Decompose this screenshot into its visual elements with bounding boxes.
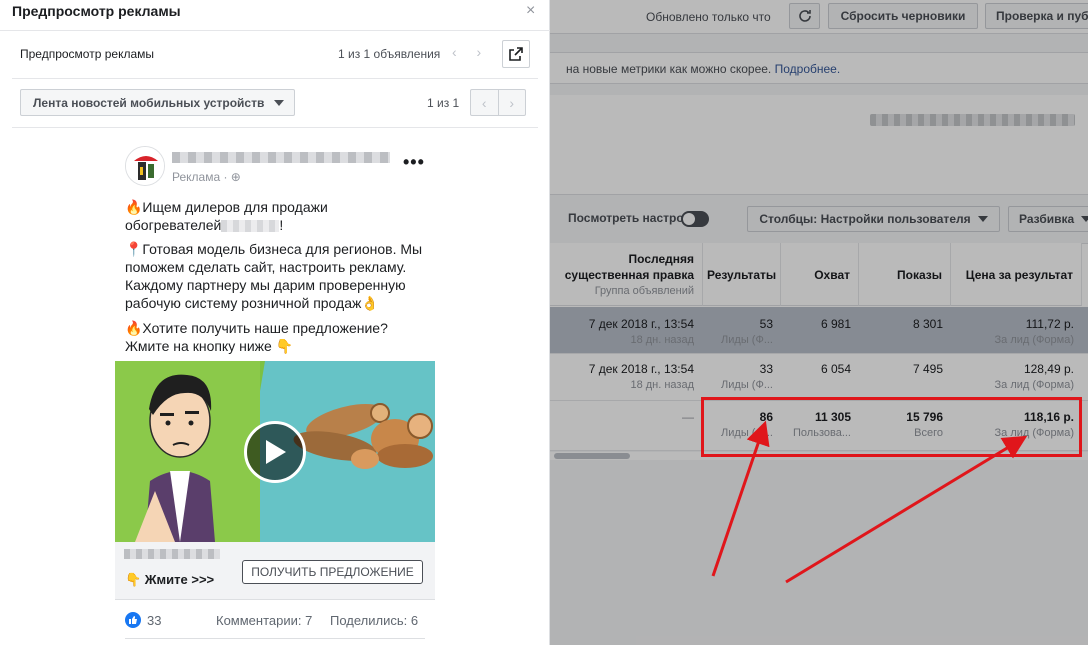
placement-label: Лента новостей мобильных устройств <box>33 95 265 110</box>
placement-pager: ‹ › <box>470 89 526 116</box>
cta-headline: 👇 Жмите >>> <box>125 572 215 587</box>
divider <box>12 127 538 128</box>
divider <box>12 78 538 79</box>
shares-count[interactable]: Поделились: 6 <box>330 613 418 628</box>
post-paragraph-2: 📍Готовая модель бизнеса для регионов. Мы… <box>125 241 423 311</box>
page-logo-icon <box>126 147 164 185</box>
get-offer-button[interactable]: ПОЛУЧИТЬ ПРЕДЛОЖЕНИЕ <box>242 560 423 584</box>
likes-summary[interactable]: 33 <box>125 612 161 628</box>
avatar[interactable] <box>125 146 165 186</box>
close-icon[interactable]: × <box>526 2 535 20</box>
preview-subtitle: Предпросмотр рекламы <box>20 47 155 61</box>
ad-nav-arrows[interactable]: ‹ › <box>452 44 489 60</box>
modal-title: Предпросмотр рекламы <box>12 3 181 19</box>
sponsored-label: Реклама · ⊕ <box>172 170 241 184</box>
chevron-down-icon <box>274 99 285 106</box>
placement-count: 1 из 1 <box>427 96 460 110</box>
post-paragraph-3: 🔥Хотите получить наше предложение? Жмите… <box>125 320 388 354</box>
prev-button[interactable]: ‹ <box>471 90 499 115</box>
page-name-blurred[interactable] <box>172 152 390 163</box>
likes-count: 33 <box>147 612 162 628</box>
placement-dropdown[interactable]: Лента новостей мобильных устройств <box>20 89 295 116</box>
post-paragraph-1: 🔥Ищем дилеров для продажи обогревателей! <box>125 199 328 233</box>
comments-count[interactable]: Комментарии: 7 <box>216 613 312 628</box>
play-button[interactable] <box>244 421 306 483</box>
divider <box>0 30 550 31</box>
open-external-button[interactable] <box>502 40 530 68</box>
next-button[interactable]: › <box>499 90 526 115</box>
external-link-icon <box>509 47 523 61</box>
ad-video[interactable] <box>115 361 435 542</box>
ad-preview-modal: Предпросмотр рекламы × Предпросмотр рекл… <box>0 0 550 645</box>
ad-count: 1 из 1 объявления <box>338 47 441 61</box>
like-icon <box>125 612 141 628</box>
more-options-icon[interactable]: ••• <box>403 152 425 173</box>
cta-url-blurred <box>124 549 220 559</box>
play-icon <box>266 440 286 464</box>
blurred-text <box>221 220 280 233</box>
divider <box>125 638 425 639</box>
highlight-box <box>701 397 1082 457</box>
